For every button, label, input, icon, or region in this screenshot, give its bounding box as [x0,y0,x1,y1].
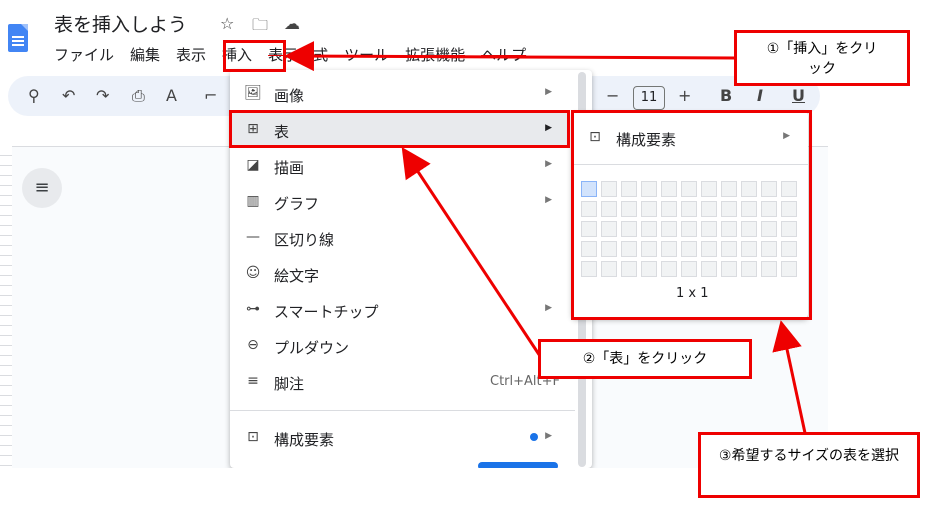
callout-text: ①「挿入」をクリック [766,41,878,77]
callout-text: ②「表」をクリック [582,351,708,367]
callout-step2: ②「表」をクリック [538,339,752,379]
callout-step1: ①「挿入」をクリック [734,30,910,86]
callout-text: ③希望するサイズの表を選択 [718,448,900,464]
callout-step3: ③希望するサイズの表を選択 [698,432,920,498]
